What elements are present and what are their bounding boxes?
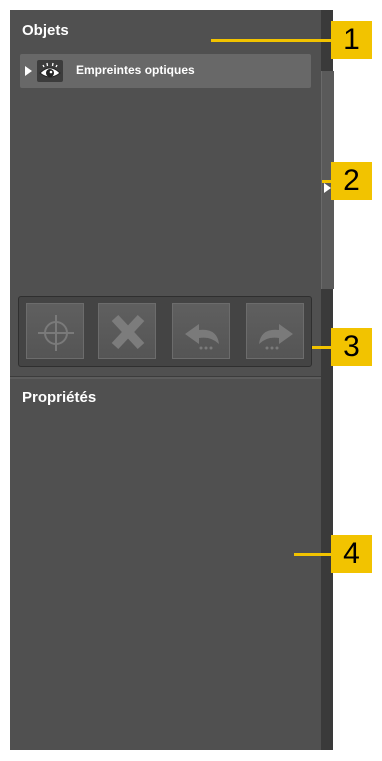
expand-triangle-icon[interactable]: [25, 66, 32, 76]
callout-1: 1: [331, 21, 372, 59]
crosshair-icon: [38, 315, 74, 351]
object-toolbar: [18, 296, 312, 367]
callout-line-2: [322, 180, 331, 183]
sidebar-panel: [10, 10, 321, 750]
properties-title: Propriétés: [22, 389, 97, 406]
callout-line-3: [312, 346, 331, 349]
redo-arrow-icon: [259, 324, 293, 350]
redo-button[interactable]: [246, 303, 304, 359]
x-icon: [111, 314, 145, 350]
undo-button[interactable]: [172, 303, 230, 359]
expand-arrow-icon: [324, 183, 331, 193]
focus-button[interactable]: [26, 303, 84, 359]
tree-item-optical-impressions[interactable]: Empreintes optiques: [20, 54, 311, 88]
delete-button[interactable]: [98, 303, 156, 359]
callout-2: 2: [331, 162, 372, 200]
eye-icon[interactable]: [37, 60, 63, 82]
objects-title: Objets: [22, 22, 69, 39]
callout-3: 3: [331, 328, 372, 366]
callout-line-1: [211, 39, 331, 42]
undo-arrow-icon: [185, 324, 219, 350]
callout-line-4: [294, 553, 331, 556]
callout-4: 4: [331, 535, 372, 573]
tree-item-label: Empreintes optiques: [76, 63, 195, 77]
panel-divider[interactable]: [10, 376, 321, 379]
